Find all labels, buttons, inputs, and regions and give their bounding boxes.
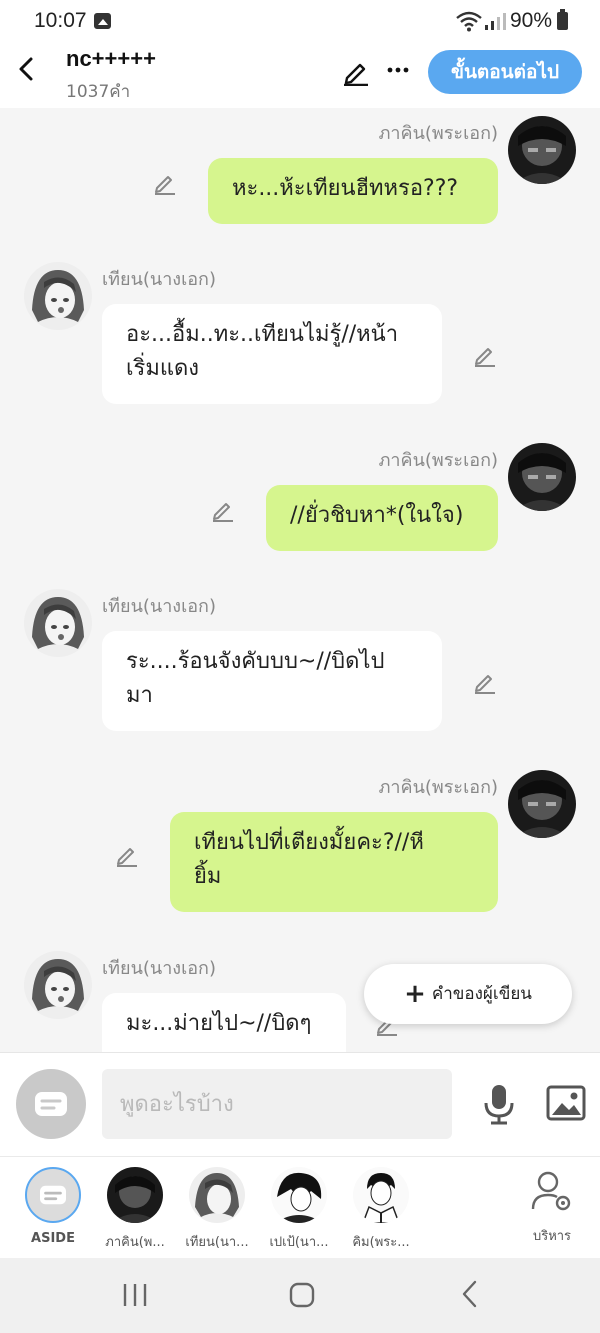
battery-icon <box>557 9 568 30</box>
heroine-avatar[interactable] <box>24 262 92 330</box>
character-avatar <box>271 1167 327 1223</box>
message-line: ยิ้ม <box>194 864 222 889</box>
character-aside[interactable]: ASIDE <box>13 1167 93 1246</box>
status-bar: 10:07 90% <box>0 0 600 42</box>
message-line: ระ....ร้อนจังคับบบ~//บิดไป <box>126 649 385 674</box>
message-bubble[interactable]: เทียนไปที่เตียงมั้ยคะ?//หี ยิ้ม <box>170 812 498 912</box>
speaker-name: ภาคิน(พระเอก) <box>378 450 498 471</box>
editor-header: nc+++++ 1037คำ ขั้นตอนต่อไป <box>0 42 600 108</box>
character-label: ASIDE <box>31 1231 75 1246</box>
home-icon[interactable] <box>289 1282 315 1308</box>
heroine-avatar[interactable] <box>24 589 92 657</box>
character-kim[interactable]: คิม(พระ... <box>341 1167 421 1252</box>
status-time: 10:07 <box>34 9 87 32</box>
battery-percent: 90% <box>510 9 553 32</box>
more-options-icon[interactable] <box>386 58 410 82</box>
message-line: //ยั่วชิบหา*(ในใจ) <box>290 503 464 528</box>
edit-message-icon[interactable] <box>210 497 236 523</box>
character-label: คิม(พระ... <box>352 1235 410 1250</box>
wifi-icon <box>456 11 482 32</box>
edit-pencil-icon[interactable] <box>342 58 370 86</box>
manage-user-gear-icon <box>531 1171 571 1211</box>
aside-avatar <box>25 1167 81 1223</box>
speaker-name: เทียน(นางเอก) <box>102 269 216 290</box>
message-input-bar <box>0 1052 600 1156</box>
aside-toggle-button[interactable] <box>16 1069 86 1139</box>
manage-characters-button[interactable]: บริหาร <box>516 1169 588 1246</box>
character-label: เทียน(นา... <box>185 1235 249 1250</box>
image-upload-icon[interactable] <box>546 1085 586 1121</box>
character-label: ภาคิน(พ... <box>105 1235 165 1250</box>
message-line: เทียนไปที่เตียงมั้ยคะ?//หี <box>194 830 424 855</box>
character-avatar <box>107 1167 163 1223</box>
aside-chat-icon <box>35 1092 67 1116</box>
message-line: มะ...ม่ายไป~//บิดๆ <box>126 1011 312 1036</box>
message-bubble[interactable]: หะ...ห้ะเทียนฮีทหรอ??? <box>208 158 498 224</box>
message-bubble[interactable]: อะ...อื้ม..ทะ..เทียนไม่รู้//หน้า เริ่มแด… <box>102 304 442 404</box>
character-tian[interactable]: เทียน(นา... <box>177 1167 257 1252</box>
chat-area[interactable]: ภาคิน(พระเอก) หะ...ห้ะเทียนฮีทหรอ??? เที… <box>0 108 600 1052</box>
heroine-avatar[interactable] <box>24 951 92 1019</box>
speaker-name: ภาคิน(พระเอก) <box>378 123 498 144</box>
character-avatar <box>189 1167 245 1223</box>
manage-label: บริหาร <box>532 1229 572 1244</box>
speaker-name: ภาคิน(พระเอก) <box>378 777 498 798</box>
edit-message-icon[interactable] <box>472 669 498 695</box>
speaker-name: เทียน(นางเอก) <box>102 958 216 979</box>
message-bubble[interactable]: //ยั่วชิบหา*(ในใจ) <box>266 485 498 551</box>
message-line: มา <box>126 683 153 708</box>
message-bubble[interactable]: ระ....ร้อนจังคับบบ~//บิดไป มา <box>102 631 442 731</box>
character-selector: ASIDE ภาคิน(พ... เทียน(นา... เปเป้(นา...… <box>0 1156 600 1258</box>
back-arrow-icon[interactable] <box>14 56 40 82</box>
edit-message-icon[interactable] <box>152 170 178 196</box>
gallery-notification-icon <box>94 13 111 29</box>
system-navigation-bar <box>0 1258 600 1333</box>
next-step-button[interactable]: ขั้นตอนต่อไป <box>428 50 582 94</box>
plus-icon: + <box>404 979 426 1009</box>
hero-avatar[interactable] <box>508 443 576 511</box>
message-line: หะ...ห้ะเทียนฮีทหรอ??? <box>232 176 459 201</box>
signal-icon <box>485 13 506 30</box>
author-note-button[interactable]: + คำของผู้เขียน <box>364 964 572 1024</box>
recent-apps-icon[interactable] <box>122 1282 148 1308</box>
word-count: 1037คำ <box>66 82 131 102</box>
character-label: เปเป้(นา... <box>269 1235 329 1250</box>
microphone-icon[interactable] <box>482 1083 516 1125</box>
author-note-label: คำของผู้เขียน <box>431 984 532 1004</box>
character-avatar <box>353 1167 409 1223</box>
nav-back-icon[interactable] <box>458 1280 482 1308</box>
hero-avatar[interactable] <box>508 770 576 838</box>
hero-avatar[interactable] <box>508 116 576 184</box>
speaker-name: เทียน(นางเอก) <box>102 596 216 617</box>
edit-message-icon[interactable] <box>472 342 498 368</box>
character-pepe[interactable]: เปเป้(นา... <box>259 1167 339 1252</box>
message-input[interactable] <box>102 1069 452 1139</box>
message-line: เริ่มแดง <box>126 356 200 381</box>
message-bubble[interactable]: มะ...ม่ายไป~//บิดๆ <box>102 993 346 1052</box>
character-pakin[interactable]: ภาคิน(พ... <box>95 1167 175 1252</box>
story-title: nc+++++ <box>66 46 156 71</box>
edit-message-icon[interactable] <box>114 842 140 868</box>
message-line: อะ...อื้ม..ทะ..เทียนไม่รู้//หน้า <box>126 322 399 347</box>
